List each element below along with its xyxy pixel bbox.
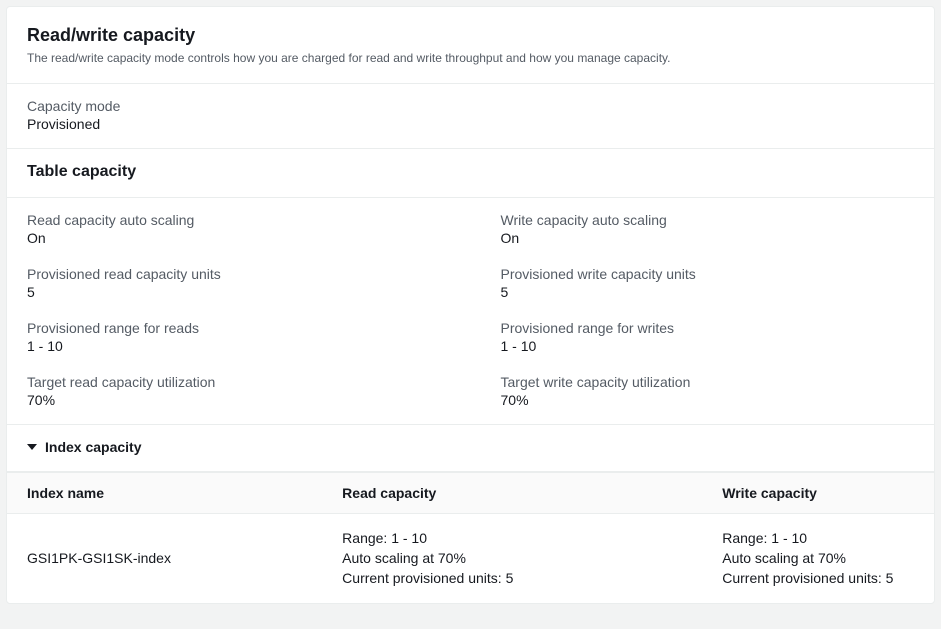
read-current: Current provisioned units: 5	[342, 568, 682, 588]
read-auto-scaling-label: Read capacity auto scaling	[27, 212, 441, 228]
table-capacity-header-section: Table capacity	[7, 149, 934, 198]
chevron-down-icon	[27, 444, 37, 450]
read-range-field: Provisioned range for reads 1 - 10	[27, 320, 441, 354]
write-target-util-field: Target write capacity utilization 70%	[501, 374, 915, 408]
capacity-mode-section: Capacity mode Provisioned	[7, 84, 934, 149]
read-auto-scaling: Auto scaling at 70%	[342, 548, 682, 568]
read-write-capacity-panel: Read/write capacity The read/write capac…	[6, 6, 935, 604]
cell-write-capacity: Range: 1 - 10 Auto scaling at 70% Curren…	[702, 513, 934, 602]
write-provisioned-units-label: Provisioned write capacity units	[501, 266, 915, 282]
write-provisioned-units-value: 5	[501, 284, 915, 300]
write-range-label: Provisioned range for writes	[501, 320, 915, 336]
index-capacity-table: Index name Read capacity Write capacity …	[7, 472, 934, 603]
write-auto-scaling-label: Write capacity auto scaling	[501, 212, 915, 228]
write-range-field: Provisioned range for writes 1 - 10	[501, 320, 915, 354]
table-capacity-title: Table capacity	[27, 163, 914, 181]
table-row: GSI1PK-GSI1SK-index Range: 1 - 10 Auto s…	[7, 513, 934, 602]
write-provisioned-units-field: Provisioned write capacity units 5	[501, 266, 915, 300]
capacity-mode-value: Provisioned	[27, 116, 914, 132]
panel-header: Read/write capacity The read/write capac…	[7, 7, 934, 84]
capacity-mode-field: Capacity mode Provisioned	[27, 98, 914, 132]
cell-index-name: GSI1PK-GSI1SK-index	[7, 513, 322, 602]
write-auto-scaling-field: Write capacity auto scaling On	[501, 212, 915, 246]
write-auto-scaling-value: On	[501, 230, 915, 246]
write-target-util-value: 70%	[501, 392, 915, 408]
read-target-util-value: 70%	[27, 392, 441, 408]
read-target-util-label: Target read capacity utilization	[27, 374, 441, 390]
cell-read-capacity: Range: 1 - 10 Auto scaling at 70% Curren…	[322, 513, 702, 602]
write-range: Range: 1 - 10	[722, 528, 914, 548]
table-header-row: Index name Read capacity Write capacity	[7, 472, 934, 513]
col-header-write-capacity: Write capacity	[702, 472, 934, 513]
read-target-util-field: Target read capacity utilization 70%	[27, 374, 441, 408]
write-target-util-label: Target write capacity utilization	[501, 374, 915, 390]
panel-description: The read/write capacity mode controls ho…	[27, 50, 914, 67]
read-range-label: Provisioned range for reads	[27, 320, 441, 336]
read-auto-scaling-value: On	[27, 230, 441, 246]
read-range-value: 1 - 10	[27, 338, 441, 354]
write-auto-scaling: Auto scaling at 70%	[722, 548, 914, 568]
read-provisioned-units-label: Provisioned read capacity units	[27, 266, 441, 282]
index-capacity-header-section: Index capacity	[7, 425, 934, 472]
read-range: Range: 1 - 10	[342, 528, 682, 548]
read-provisioned-units-field: Provisioned read capacity units 5	[27, 266, 441, 300]
table-capacity-section: Read capacity auto scaling On Write capa…	[7, 198, 934, 425]
write-current: Current provisioned units: 5	[722, 568, 914, 588]
col-header-read-capacity: Read capacity	[322, 472, 702, 513]
capacity-mode-label: Capacity mode	[27, 98, 914, 114]
read-provisioned-units-value: 5	[27, 284, 441, 300]
write-range-value: 1 - 10	[501, 338, 915, 354]
index-capacity-title: Index capacity	[45, 439, 142, 455]
panel-title: Read/write capacity	[27, 25, 914, 46]
col-header-index-name: Index name	[7, 472, 322, 513]
index-capacity-toggle[interactable]: Index capacity	[27, 439, 914, 455]
read-auto-scaling-field: Read capacity auto scaling On	[27, 212, 441, 246]
